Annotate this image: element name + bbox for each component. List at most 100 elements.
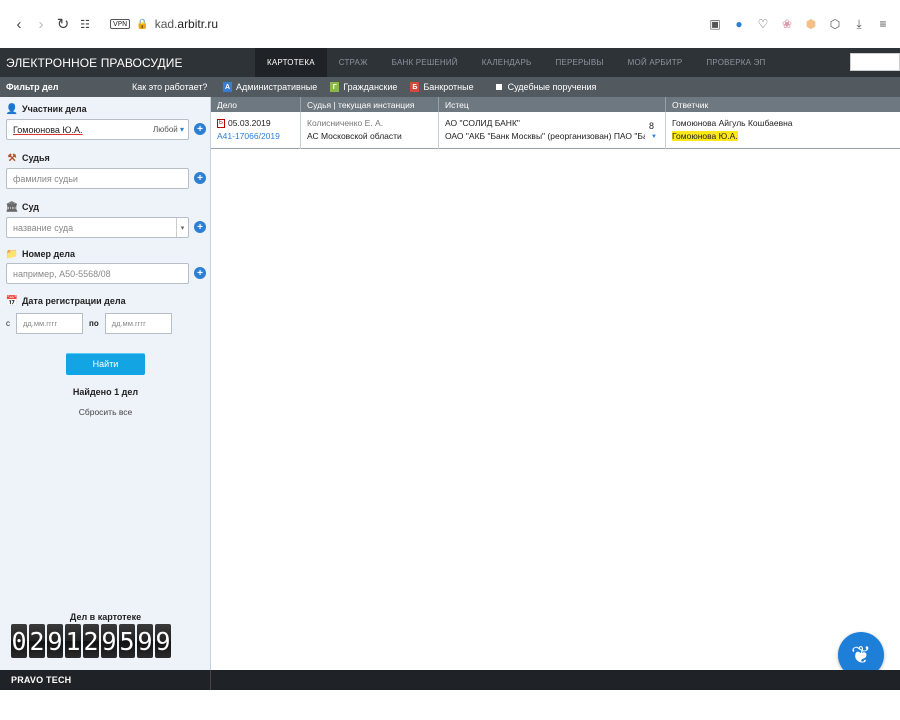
url-domain: kad. <box>154 17 178 31</box>
judge-cell: Колисниченко Е. А. АС Московской области <box>301 112 439 149</box>
url-host: arbitr.ru <box>177 17 219 31</box>
column-header-judge[interactable]: Судья | текущая инстанция <box>301 97 439 112</box>
counter-digit: 2 <box>29 624 45 658</box>
results-table: Дело Судья | текущая инстанция Истец Отв… <box>211 97 900 670</box>
date-to-input[interactable]: дд.мм.гггг <box>104 313 172 334</box>
add-court-button[interactable]: + <box>194 221 206 233</box>
table-header: Дело Судья | текущая инстанция Истец Отв… <box>211 97 900 112</box>
plaintiff-name: АО "СОЛИД БАНК" <box>445 118 520 128</box>
address-bar[interactable]: kad.arbitr.ru <box>155 17 218 31</box>
back-icon[interactable]: ‹ <box>8 13 30 35</box>
footer-brand[interactable]: PRAVO TECH <box>0 670 211 690</box>
find-button[interactable]: Найти <box>66 353 145 375</box>
counter-digit: 5 <box>119 624 135 658</box>
participant-input[interactable]: Гомоюнова Ю.А. Любой ▾ <box>6 119 189 140</box>
court-placeholder: название суда <box>13 222 74 233</box>
tab-breaks[interactable]: ПЕРЕРЫВЫ <box>543 48 615 77</box>
court-select[interactable]: название суда ▾ <box>6 217 189 238</box>
extension-2-icon[interactable]: ⬢ <box>802 15 820 33</box>
found-count: Найдено 1 дел <box>72 387 139 397</box>
counter-digit: 0 <box>11 624 27 658</box>
how-it-works-link[interactable]: Как это работает? <box>132 82 210 92</box>
column-header-defendant[interactable]: Ответчик <box>666 97 900 112</box>
defendant-name: Гомоюнова Айгуль Кошбаевна <box>672 118 793 128</box>
expand-icon[interactable]: ▼ <box>651 131 657 144</box>
site-header: ЭЛЕКТРОННОЕ ПРАВОСУДИЕ КАРТОТЕКА СТРАЖ Б… <box>0 48 900 77</box>
case-number-link[interactable]: А41-17066/2019 <box>217 130 294 143</box>
date-range: с дд.мм.гггг по дд.мм.гггг <box>6 313 178 334</box>
browser-toolbar: ‹ › ↻ ☷ VPN 🔒 kad.arbitr.ru ▣ ● ♡ ❀ ⬢ ⬡ … <box>0 0 900 48</box>
administrative-icon: А <box>223 82 232 92</box>
bankruptcy-doc-icon: Б <box>217 119 225 129</box>
judge-name: Колисниченко Е. А. <box>307 118 384 128</box>
case-date: 05.03.2019 <box>228 118 271 128</box>
tab-check-ep[interactable]: ПРОВЕРКА ЭП <box>694 48 777 77</box>
case-number-label: Номер дела <box>22 249 75 259</box>
counter-digit: 9 <box>47 624 63 658</box>
participant-role: Любой <box>153 125 178 134</box>
vpn-badge[interactable]: VPN <box>110 19 131 29</box>
case-counter: 0 2 9 1 2 9 5 9 9 <box>11 624 171 658</box>
site-title[interactable]: ЭЛЕКТРОННОЕ ПРАВОСУДИЕ <box>0 56 255 70</box>
gavel-icon: ⚒ <box>7 152 17 164</box>
add-judge-button[interactable]: + <box>194 172 206 184</box>
case-number-group: 📁 Номер дела например, А50-5568/08 + <box>5 247 206 284</box>
participant-role-select[interactable]: Любой ▾ <box>153 125 184 134</box>
court-orders-icon <box>495 84 502 90</box>
case-number-input[interactable]: например, А50-5568/08 <box>6 263 189 284</box>
participant-value: Гомоюнова Ю.А. <box>13 124 83 135</box>
judge-input[interactable]: фамилия судьи <box>6 168 189 189</box>
dropdown-arrow-icon[interactable]: ▾ <box>176 218 188 237</box>
date-from-label: с <box>6 319 10 328</box>
shield-check-icon[interactable]: ● <box>730 15 748 33</box>
date-from-placeholder: дд.мм.гггг <box>23 319 58 328</box>
top-nav: КАРТОТЕКА СТРАЖ БАНК РЕШЕНИЙ КАЛЕНДАРЬ П… <box>255 48 777 77</box>
defendant-name-highlighted: Гомоюнова Ю.А. <box>672 131 738 141</box>
header-search-input[interactable] <box>850 53 900 71</box>
reset-link[interactable]: Сбросить все <box>0 407 211 417</box>
judge-placeholder: фамилия судьи <box>13 173 78 184</box>
forward-icon[interactable]: › <box>30 13 52 35</box>
eagle-icon: ❦ <box>850 641 872 669</box>
column-header-plaintiff[interactable]: Истец <box>439 97 666 112</box>
lock-icon[interactable]: 🔒 <box>136 19 148 30</box>
tab-strazh[interactable]: СТРАЖ <box>327 48 380 77</box>
date-to-placeholder: дд.мм.гггг <box>111 319 146 328</box>
category-label: Административные <box>236 82 318 92</box>
court-label: Суд <box>22 202 39 212</box>
reg-date-label: Дата регистрации дела <box>22 296 126 306</box>
chevron-down-icon: ▾ <box>179 125 184 134</box>
add-case-number-button[interactable]: + <box>194 267 206 279</box>
calendar-icon: 📅 <box>5 295 19 307</box>
extension-icon[interactable]: ❀ <box>778 15 796 33</box>
reload-icon[interactable]: ↻ <box>52 13 74 35</box>
counter-digit: 2 <box>83 624 99 658</box>
tab-my-arbitr[interactable]: МОЙ АРБИТР <box>616 48 695 77</box>
add-participant-button[interactable]: + <box>194 123 206 135</box>
column-header-case[interactable]: Дело <box>211 97 301 112</box>
category-label: Судебные поручения <box>507 82 597 92</box>
category-bankruptcy[interactable]: Б Банкротные <box>410 82 474 92</box>
counter-digit: 1 <box>65 624 81 658</box>
participant-label: Участник дела <box>22 104 87 114</box>
category-court-orders[interactable]: Судебные поручения <box>487 82 597 92</box>
case-number-placeholder: например, А50-5568/08 <box>13 268 111 279</box>
camera-icon[interactable]: ▣ <box>706 15 724 33</box>
civil-icon: Г <box>330 82 340 92</box>
table-row[interactable]: Б 05.03.2019 А41-17066/2019 Колисниченко … <box>211 112 900 149</box>
download-icon[interactable]: ⤓ <box>850 15 868 33</box>
tab-bank-resheniy[interactable]: БАНК РЕШЕНИЙ <box>380 48 470 77</box>
cube-icon[interactable]: ⬡ <box>826 15 844 33</box>
category-administrative[interactable]: А Административные <box>223 82 317 92</box>
menu-icon[interactable]: ≡ <box>874 15 892 33</box>
judge-label: Судья <box>22 153 50 163</box>
tab-calendar[interactable]: КАЛЕНДАРЬ <box>470 48 544 77</box>
participant-group: 👤 Участник дела Гомоюнова Ю.А. Любой ▾ + <box>6 102 206 140</box>
date-from-input[interactable]: дд.мм.гггг <box>16 313 83 334</box>
tab-kartoteka[interactable]: КАРТОТЕКА <box>255 48 327 77</box>
court-building-icon: 🏛 <box>5 201 19 213</box>
folder-icon: 📁 <box>5 248 19 260</box>
heart-icon[interactable]: ♡ <box>754 15 772 33</box>
tabs-grid-icon[interactable]: ☷ <box>74 13 96 35</box>
category-civil[interactable]: Г Гражданские <box>330 82 397 92</box>
